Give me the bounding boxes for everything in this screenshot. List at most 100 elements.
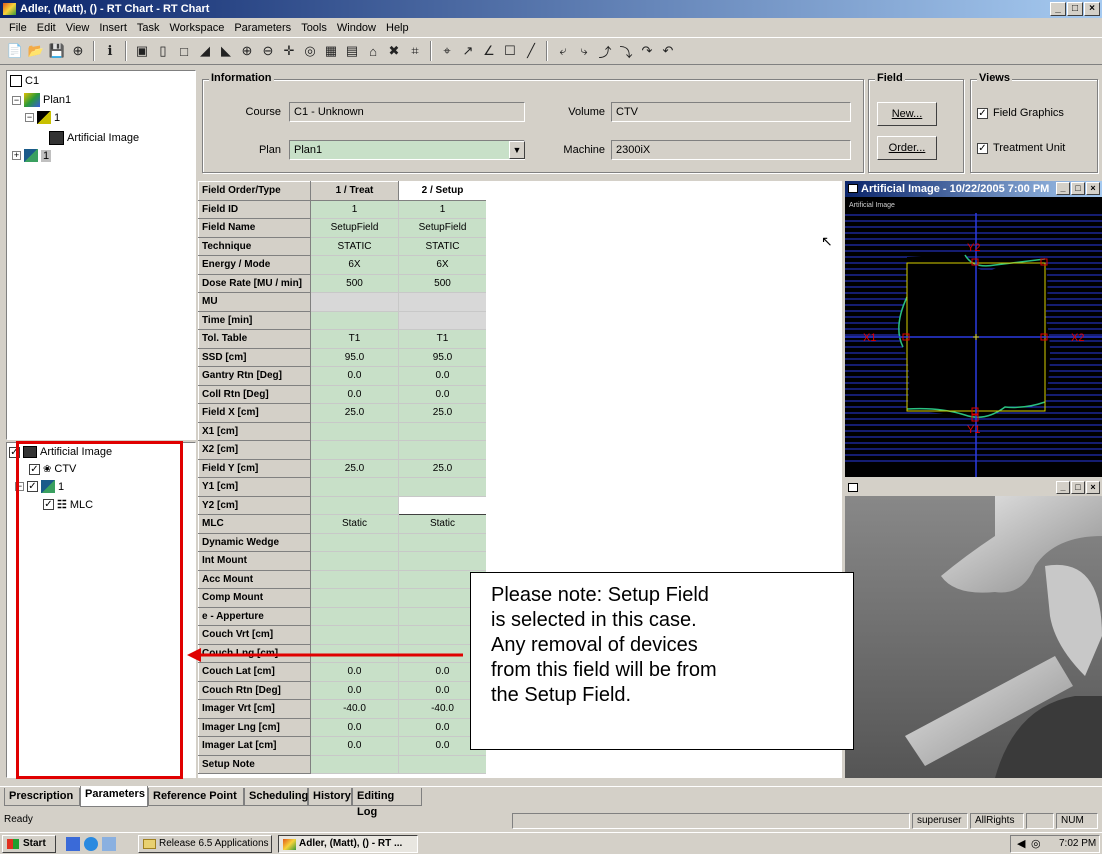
close-button[interactable]: × (1086, 182, 1100, 195)
grid-cell-field-1[interactable]: 500 (310, 273, 399, 293)
order-field-button[interactable]: Order... (877, 136, 937, 160)
grid-cell-field-1[interactable] (310, 310, 399, 330)
treatment-unit-checkbox[interactable]: ✓ (977, 142, 988, 154)
menu-file[interactable]: File (4, 22, 32, 34)
measure-icon[interactable]: ↗ (459, 42, 477, 60)
taskbar-release-folder[interactable]: Release 6.5 Applications (138, 835, 272, 853)
rotate-icon[interactable]: ◎ (301, 42, 319, 60)
tab-reference-point[interactable]: Reference Point (148, 788, 244, 806)
grid-cell-field-2[interactable]: 0.0 (398, 384, 487, 404)
grid-cell-field-2[interactable] (398, 754, 487, 774)
grid-cell-field-2[interactable]: SetupField (398, 218, 487, 238)
menu-workspace[interactable]: Workspace (165, 22, 230, 34)
angle-icon[interactable]: ∠ (480, 42, 498, 60)
shift-4-icon[interactable]: ⤵ (617, 42, 635, 60)
link-icon[interactable]: ⌂ (364, 42, 382, 60)
new-field-button[interactable]: New... (877, 102, 937, 126)
grid-icon[interactable]: ⌗ (406, 42, 424, 60)
menu-parameters[interactable]: Parameters (229, 22, 296, 34)
menu-tools[interactable]: Tools (296, 22, 332, 34)
close-button[interactable]: × (1086, 481, 1100, 494)
explorer-icon[interactable] (102, 837, 116, 851)
grid-cell-field-2[interactable]: 6X (398, 255, 487, 275)
grid-cell-field-1[interactable] (310, 588, 399, 608)
minimize-button[interactable]: _ (1056, 481, 1070, 494)
tree-image[interactable]: Artificial Image (49, 131, 139, 145)
grid-header-field-2[interactable]: 2 / Setup (398, 181, 487, 201)
grid-cell-field-1[interactable] (310, 477, 399, 497)
grid-cell-field-1[interactable] (310, 292, 399, 312)
browser-icon[interactable] (84, 837, 98, 851)
field-graphics-toggle[interactable]: ✓ Field Graphics (977, 107, 1064, 119)
grid-cell-field-2[interactable] (398, 477, 487, 497)
desktop-icon[interactable] (66, 837, 80, 851)
grid-cell-field-1[interactable]: 25.0 (310, 403, 399, 423)
grid-cell-field-1[interactable]: 0.0 (310, 736, 399, 756)
isocenter-icon[interactable]: ⌖ (438, 42, 456, 60)
grid-cell-field-1[interactable] (310, 421, 399, 441)
window-level2-icon[interactable]: ◣ (217, 42, 235, 60)
shift-2-icon[interactable]: ⤷ (575, 42, 593, 60)
grid-cell-field-2[interactable] (398, 292, 487, 312)
tab-parameters[interactable]: Parameters (80, 786, 148, 807)
grid-cell-field-1[interactable]: 0.0 (310, 384, 399, 404)
grid-cell-field-1[interactable] (310, 532, 399, 552)
tree-field-2[interactable]: + 1 (12, 149, 52, 162)
fit-icon[interactable]: ▦ (322, 42, 340, 60)
maximize-button[interactable]: □ (1071, 182, 1085, 195)
grid-cell-field-1[interactable]: 25.0 (310, 458, 399, 478)
chevron-down-icon[interactable]: ▼ (509, 141, 525, 159)
volume-icon[interactable]: ◀ (1017, 837, 1025, 850)
field-graphics-checkbox[interactable]: ✓ (977, 107, 988, 119)
network-icon[interactable]: ◎ (1031, 837, 1041, 850)
grid-cell-field-2[interactable]: Static (398, 514, 487, 534)
grid-cell-field-2[interactable]: T1 (398, 329, 487, 349)
grid-cell-field-1[interactable]: 0.0 (310, 717, 399, 737)
minimize-button[interactable]: _ (1056, 182, 1070, 195)
grid-cell-field-1[interactable]: -40.0 (310, 699, 399, 719)
window-level-icon[interactable]: ◢ (196, 42, 214, 60)
grid-cell-field-2[interactable]: 0.0 (398, 366, 487, 386)
grid-cell-field-1[interactable]: T1 (310, 329, 399, 349)
treatment-unit-toggle[interactable]: ✓ Treatment Unit (977, 142, 1065, 154)
zoom-in-icon[interactable]: ⊕ (238, 42, 256, 60)
shift-6-icon[interactable]: ↶ (659, 42, 677, 60)
grid-cell-field-2[interactable] (398, 495, 487, 515)
new-icon[interactable]: 📄 (6, 42, 24, 60)
maximize-button[interactable]: □ (1071, 481, 1085, 494)
layout-icon[interactable]: ▣ (133, 42, 151, 60)
pan-icon[interactable]: ✛ (280, 42, 298, 60)
grid-cell-field-1[interactable] (310, 440, 399, 460)
cross-icon[interactable]: ✖ (385, 42, 403, 60)
frame-icon[interactable]: □ (175, 42, 193, 60)
grid-cell-field-2[interactable] (398, 551, 487, 571)
line-icon[interactable]: ╱ (522, 42, 540, 60)
grid-cell-field-1[interactable] (310, 495, 399, 515)
grid-header-field-1[interactable]: 1 / Treat (310, 181, 399, 201)
tab-scheduling[interactable]: Scheduling (244, 788, 308, 806)
grid-cell-field-1[interactable] (310, 551, 399, 571)
collapse-icon[interactable]: − (25, 113, 34, 122)
menu-task[interactable]: Task (132, 22, 165, 34)
shift-5-icon[interactable]: ↷ (638, 42, 656, 60)
grid-cell-field-1[interactable]: 1 (310, 199, 399, 219)
pointer-icon[interactable]: ▯ (154, 42, 172, 60)
menu-insert[interactable]: Insert (94, 22, 132, 34)
menu-edit[interactable]: Edit (32, 22, 61, 34)
expand-icon[interactable]: + (12, 151, 21, 160)
tab-prescription[interactable]: Prescription (4, 788, 80, 806)
machine-field[interactable]: 2300iX (611, 140, 851, 160)
image-window-titlebar[interactable]: Artificial Image - 10/22/2005 7:00 PM _ … (845, 181, 1102, 197)
menu-help[interactable]: Help (381, 22, 414, 34)
open-icon[interactable]: 📂 (27, 42, 45, 60)
close-button[interactable]: × (1084, 2, 1100, 16)
treatment-unit-3d-view[interactable] (845, 496, 1102, 778)
grid-cell-field-1[interactable]: 0.0 (310, 366, 399, 386)
grid-cell-field-1[interactable]: STATIC (310, 236, 399, 256)
print-icon[interactable]: ⊕ (69, 42, 87, 60)
save-icon[interactable]: 💾 (48, 42, 66, 60)
grid-cell-field-2[interactable]: 25.0 (398, 403, 487, 423)
info-icon[interactable]: i (101, 42, 119, 60)
menu-view[interactable]: View (61, 22, 95, 34)
grid-cell-field-2[interactable]: 1 (398, 199, 487, 219)
